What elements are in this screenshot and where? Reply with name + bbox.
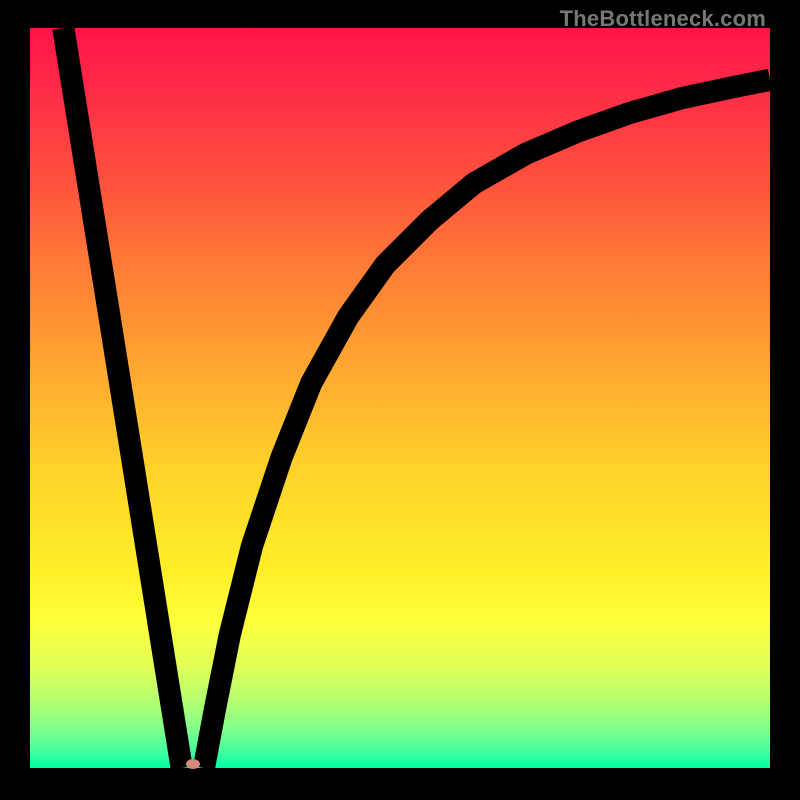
series-right-curve: [204, 80, 770, 768]
bottleneck-marker: [186, 759, 200, 769]
series-left-line: [63, 28, 181, 768]
plot-area: [30, 28, 770, 768]
chart-frame: TheBottleneck.com: [0, 0, 800, 800]
chart-svg: [30, 28, 770, 768]
